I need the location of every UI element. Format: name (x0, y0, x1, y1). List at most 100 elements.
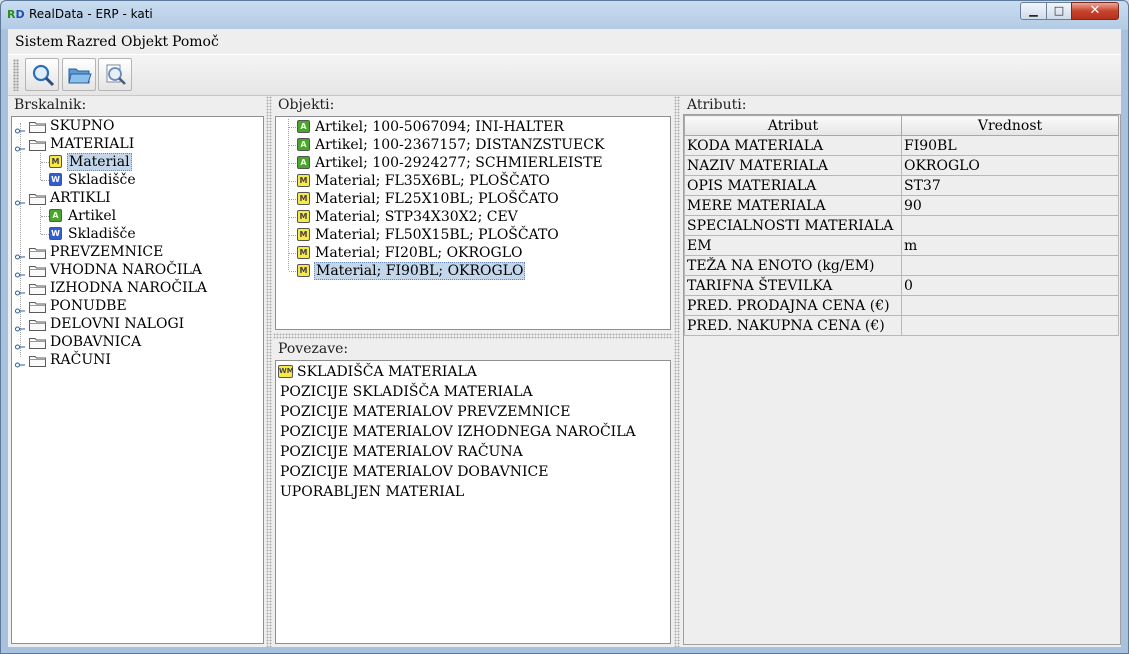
expand-handle-icon[interactable] (15, 338, 25, 350)
attribute-name: SPECIALNOSTI MATERIALA (684, 215, 902, 236)
maximize-button[interactable]: □ (1046, 2, 1072, 20)
find-button[interactable] (98, 58, 132, 91)
relations-list[interactable]: WM SKLADIŠČA MATERIALA POZICIJE SKLADIŠČA … (275, 360, 671, 644)
tree-item-class[interactable]: M Material (12, 153, 262, 171)
tree-item-class[interactable]: W Skladišče (12, 171, 262, 189)
relations-title: Povezave: (278, 341, 349, 357)
relation-item[interactable]: POZICIJE MATERIALOV PREVZEMNICE (276, 403, 666, 421)
folder-icon (29, 138, 46, 151)
expand-handle-icon[interactable] (15, 284, 25, 296)
attribute-row[interactable]: EM m (684, 235, 1119, 256)
tree-item-folder[interactable]: IZHODNA NAROČILA (12, 279, 262, 297)
attribute-name: NAZIV MATERIALA (684, 155, 902, 176)
tree-item-class[interactable]: W Skladišče (12, 225, 262, 243)
attribute-value[interactable] (901, 295, 1119, 316)
tree-item-folder[interactable]: PREVZEMNICE (12, 243, 262, 261)
open-button[interactable] (62, 58, 96, 91)
relation-item[interactable]: WM SKLADIŠČA MATERIALA (276, 363, 666, 381)
toolbar-grip[interactable] (13, 59, 19, 91)
attribute-row[interactable]: NAZIV MATERIALA OKROGLO (684, 155, 1119, 176)
close-button[interactable]: ✕ (1071, 2, 1119, 20)
object-item[interactable]: A Artikel; 100-2367157; DISTANZSTUECK (276, 136, 666, 154)
attribute-row[interactable]: PRED. PRODAJNA CENA (€) (684, 295, 1119, 316)
minimize-button[interactable]: ▁ (1020, 2, 1047, 20)
tree-item-folder[interactable]: RAČUNI (12, 351, 262, 369)
object-item[interactable]: A Artikel; 100-5067094; INI-HALTER (276, 118, 666, 136)
minimize-icon: ▁ (1029, 4, 1038, 17)
menu-razred[interactable]: Razred (66, 34, 117, 50)
relation-item[interactable]: POZICIJE SKLADIŠČA MATERIALA (276, 383, 666, 401)
expand-handle-icon[interactable] (15, 194, 25, 206)
expand-handle-icon[interactable] (15, 356, 25, 368)
attribute-value[interactable]: 0 (901, 275, 1119, 296)
tree-item-label: PREVZEMNICE (50, 244, 164, 260)
right-splitter[interactable] (674, 96, 680, 647)
menu-objekt[interactable]: Objekt (121, 34, 168, 50)
attribute-value[interactable] (901, 315, 1119, 336)
attribute-name: MERE MATERIALA (684, 195, 902, 216)
tree-item-folder[interactable]: SKUPNO (12, 117, 262, 135)
object-item[interactable]: M Material; STP34X30X2; CEV (276, 208, 666, 226)
attribute-row[interactable]: MERE MATERIALA 90 (684, 195, 1119, 216)
relation-item[interactable]: POZICIJE MATERIALOV IZHODNEGA NAROČILA (276, 423, 666, 441)
expand-handle-icon[interactable] (15, 122, 25, 134)
attribute-value[interactable] (901, 215, 1119, 236)
middle-splitter[interactable] (273, 333, 673, 339)
relation-item[interactable]: POZICIJE MATERIALOV DOBAVNICE (276, 463, 666, 481)
attribute-row[interactable]: TEŽA NA ENOTO (kg/EM) (684, 255, 1119, 276)
object-item[interactable]: M Material; FI20BL; OKROGLO (276, 244, 666, 262)
column-header-attribute[interactable]: Atribut (684, 115, 902, 136)
attributes-title: Atributi: (687, 97, 747, 113)
tree-item-label: IZHODNA NAROČILA (50, 280, 208, 296)
attribute-row[interactable]: PRED. NAKUPNA CENA (€) (684, 315, 1119, 336)
tree-item-folder[interactable]: ARTIKLI (12, 189, 262, 207)
expand-handle-icon[interactable] (15, 140, 25, 152)
attribute-row[interactable]: OPIS MATERIALA ST37 (684, 175, 1119, 196)
expand-handle-icon[interactable] (15, 302, 25, 314)
expand-handle-icon[interactable] (15, 248, 25, 260)
expand-handle-icon[interactable] (15, 266, 25, 278)
attribute-value[interactable]: FI90BL (901, 135, 1119, 156)
relation-label: UPORABLJEN MATERIAL (280, 484, 465, 500)
attribute-value[interactable]: ST37 (901, 175, 1119, 196)
tree-item-folder[interactable]: DELOVNI NALOGI (12, 315, 262, 333)
tree-item-folder[interactable]: MATERIALI (12, 135, 262, 153)
left-splitter[interactable] (266, 96, 272, 647)
tree-item-label: Skladišče (68, 172, 136, 188)
menu-pomoc[interactable]: Pomoč (172, 34, 219, 50)
browser-tree[interactable]: SKUPNO MATERIALI M Material W Skladišče ARTIKL… (11, 116, 264, 644)
objects-list[interactable]: A Artikel; 100-5067094; INI-HALTER A Artike… (275, 116, 671, 330)
expand-handle-icon[interactable] (15, 320, 25, 332)
menu-sistem[interactable]: Sistem (15, 34, 63, 50)
folder-icon (29, 192, 46, 205)
attribute-value[interactable]: 90 (901, 195, 1119, 216)
search-button[interactable] (25, 58, 59, 91)
title-bar[interactable]: RD RealData - ERP - kati ▁ □ ✕ (1, 1, 1128, 29)
tree-item-folder[interactable]: PONUDBE (12, 297, 262, 315)
attribute-row[interactable]: TARIFNA ŠTEVILKA 0 (684, 275, 1119, 296)
tree-item-folder[interactable]: DOBAVNICA (12, 333, 262, 351)
relation-item[interactable]: POZICIJE MATERIALOV RAČUNA (276, 443, 666, 461)
material-icon: M (297, 228, 310, 241)
object-item[interactable]: A Artikel; 100-2924277; SCHMIERLEISTE (276, 154, 666, 172)
attribute-value[interactable]: m (901, 235, 1119, 256)
attribute-value[interactable] (901, 255, 1119, 276)
tree-item-class[interactable]: A Artikel (12, 207, 262, 225)
tree-line (41, 216, 49, 217)
attribute-row[interactable]: KODA MATERIALA FI90BL (684, 135, 1119, 156)
relation-item[interactable]: UPORABLJEN MATERIAL (276, 483, 666, 501)
object-item[interactable]: M Material; FL35X6BL; PLOŠČATO (276, 172, 666, 190)
attribute-value[interactable]: OKROGLO (901, 155, 1119, 176)
tree-item-folder[interactable]: VHODNA NAROČILA (12, 261, 262, 279)
attribute-row[interactable]: SPECIALNOSTI MATERIALA (684, 215, 1119, 236)
browser-title: Brskalnik: (14, 97, 87, 113)
object-item[interactable]: M Material; FI90BL; OKROGLO (276, 262, 666, 280)
attributes-table: Atribut Vrednost KODA MATERIALA FI90BL NAZ… (684, 115, 1119, 336)
column-header-value[interactable]: Vrednost (901, 115, 1119, 136)
tree-line (289, 127, 296, 128)
attributes-panel: Atributi: Atribut Vrednost KODA MATERIAL… (681, 96, 1121, 647)
article-icon: A (297, 138, 310, 151)
attribute-name: TEŽA NA ENOTO (kg/EM) (684, 255, 902, 276)
object-item[interactable]: M Material; FL50X15BL; PLOŠČATO (276, 226, 666, 244)
object-item[interactable]: M Material; FL25X10BL; PLOŠČATO (276, 190, 666, 208)
